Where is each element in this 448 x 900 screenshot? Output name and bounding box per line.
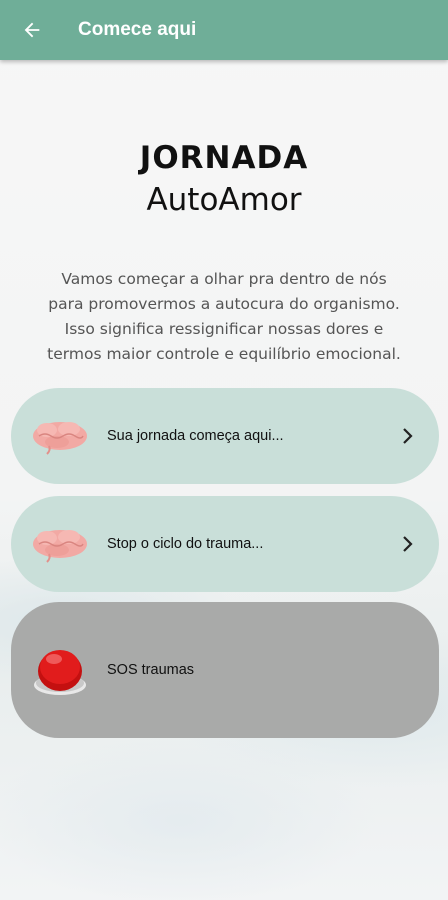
chevron-right-icon [403, 428, 413, 444]
intro-description: Vamos começar a olhar pra dentro de nós … [47, 270, 401, 363]
journey-start-card[interactable]: Sua jornada começa aqui... [11, 388, 439, 484]
red-button-icon [34, 650, 86, 695]
card-label: Stop o ciclo do trauma... [107, 536, 264, 552]
sos-trauma-card[interactable]: SOS traumas [11, 602, 439, 738]
brain-icon [33, 530, 87, 563]
brain-icon [33, 422, 87, 455]
back-button[interactable] [12, 10, 52, 50]
arrow-left-icon [24, 22, 40, 38]
card-label: SOS traumas [107, 662, 195, 678]
app-bar: Comece aqui [0, 0, 448, 60]
chevron-right-icon [403, 536, 413, 552]
stop-trauma-card[interactable]: Stop o ciclo do trauma... [11, 496, 439, 592]
journey-title: JORNADA [139, 140, 309, 176]
page-title: Comece aqui [78, 19, 197, 40]
journey-subtitle: AutoAmor [146, 182, 302, 218]
card-label: Sua jornada começa aqui... [107, 428, 284, 444]
